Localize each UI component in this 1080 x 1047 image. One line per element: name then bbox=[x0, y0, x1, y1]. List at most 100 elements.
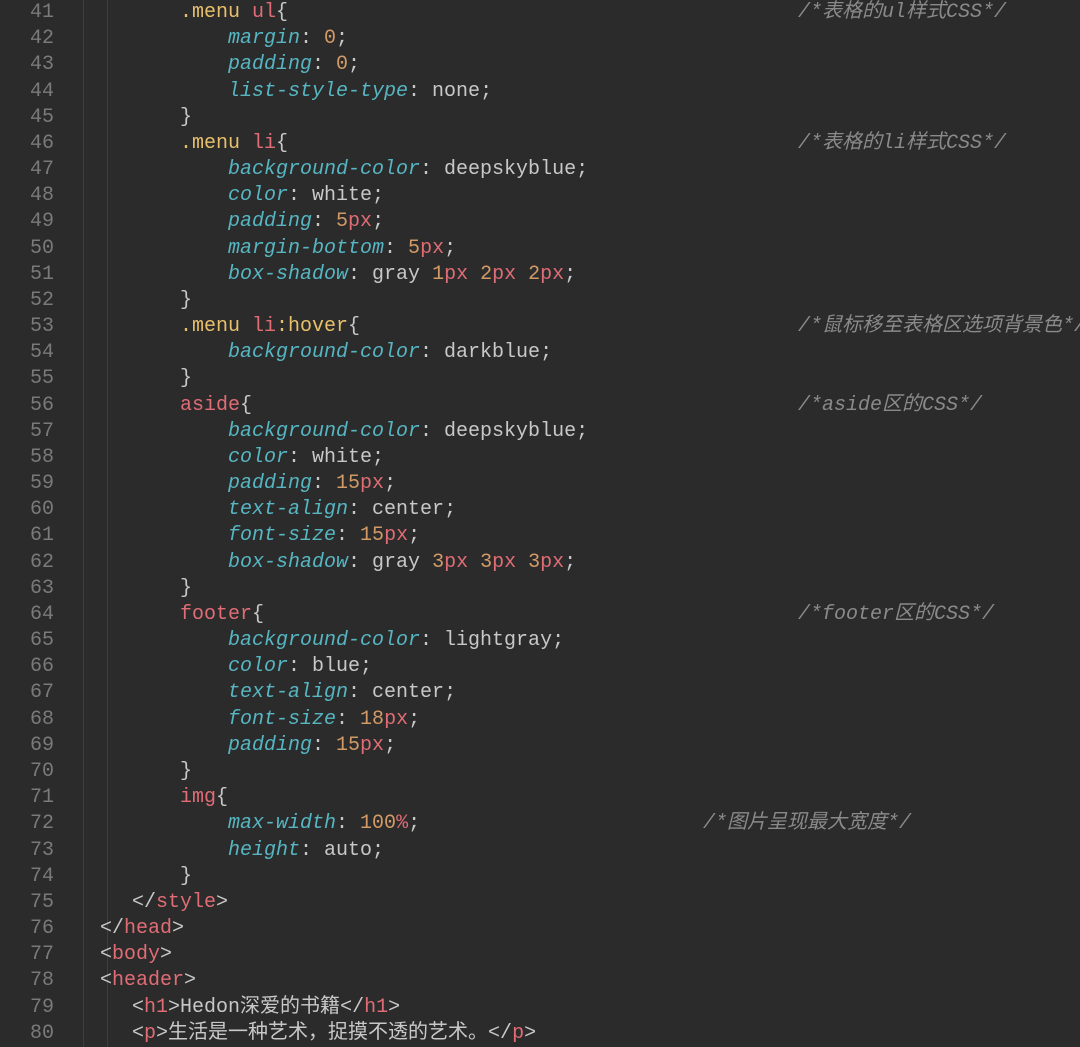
line-number: 55 bbox=[0, 366, 54, 392]
token-pun: ; bbox=[372, 184, 384, 207]
token-num: 18 bbox=[360, 708, 384, 731]
token-prop: color bbox=[228, 184, 288, 207]
token-prop: font-size bbox=[228, 708, 336, 731]
code-line[interactable]: margin: 0; bbox=[68, 26, 1080, 52]
code-line[interactable]: </head> bbox=[68, 916, 1080, 942]
token-pun: : bbox=[336, 524, 360, 547]
code-line[interactable]: color: white; bbox=[68, 445, 1080, 471]
code-line[interactable]: height: auto; bbox=[68, 838, 1080, 864]
code-line[interactable]: } bbox=[68, 288, 1080, 314]
token-tagc: ul bbox=[252, 1, 276, 24]
token-angle: > bbox=[168, 996, 180, 1019]
code-line[interactable]: } bbox=[68, 864, 1080, 890]
code-line[interactable]: padding: 5px; bbox=[68, 209, 1080, 235]
token-pun: : bbox=[312, 53, 336, 76]
token-num: 3 bbox=[432, 551, 444, 574]
line-number: 41 bbox=[0, 0, 54, 26]
code-line[interactable]: } bbox=[68, 576, 1080, 602]
line-number: 48 bbox=[0, 183, 54, 209]
token-val: deepskyblue bbox=[444, 420, 576, 443]
token-pun: ; bbox=[444, 498, 456, 521]
token-brace: { bbox=[240, 394, 252, 417]
token-pun: ; bbox=[360, 655, 372, 678]
token-pun: : bbox=[312, 472, 336, 495]
line-number: 44 bbox=[0, 79, 54, 105]
token-val: blue bbox=[312, 655, 360, 678]
code-line[interactable]: } bbox=[68, 105, 1080, 131]
token-prop: text-align bbox=[228, 498, 348, 521]
code-line[interactable]: color: blue; bbox=[68, 654, 1080, 680]
token-pun: : bbox=[348, 498, 372, 521]
token-num: 15 bbox=[336, 472, 360, 495]
code-line[interactable]: padding: 0; bbox=[68, 52, 1080, 78]
code-line[interactable]: box-shadow: gray 3px 3px 3px; bbox=[68, 550, 1080, 576]
token-psd: :hover bbox=[276, 315, 348, 338]
code-line[interactable]: background-color: deepskyblue; bbox=[68, 157, 1080, 183]
code-line[interactable]: .menu li{/*表格的li样式CSS*/ bbox=[68, 131, 1080, 157]
token-pun: : bbox=[336, 708, 360, 731]
token-unit: px bbox=[348, 210, 372, 233]
code-line[interactable]: padding: 15px; bbox=[68, 471, 1080, 497]
token-pun: : bbox=[384, 237, 408, 260]
token-txt: 生活是一种艺术，捉摸不透的艺术。 bbox=[168, 1022, 488, 1045]
token-prop: list-style-type bbox=[228, 80, 408, 103]
token-unit: px bbox=[444, 263, 480, 286]
code-line[interactable]: text-align: center; bbox=[68, 497, 1080, 523]
code-line[interactable]: <p>生活是一种艺术，捉摸不透的艺术。</p> bbox=[68, 1021, 1080, 1047]
token-brace: } bbox=[180, 865, 192, 888]
token-tag: p bbox=[144, 1022, 156, 1045]
code-line[interactable]: list-style-type: none; bbox=[68, 79, 1080, 105]
code-line[interactable]: </style> bbox=[68, 890, 1080, 916]
code-editor[interactable]: 4142434445464748495051525354555657585960… bbox=[0, 0, 1080, 1047]
code-line[interactable]: font-size: 15px; bbox=[68, 523, 1080, 549]
line-number: 71 bbox=[0, 785, 54, 811]
code-line[interactable]: background-color: lightgray; bbox=[68, 628, 1080, 654]
line-number: 42 bbox=[0, 26, 54, 52]
token-pun: : bbox=[336, 812, 360, 835]
line-number: 69 bbox=[0, 733, 54, 759]
token-val: center bbox=[372, 498, 444, 521]
token-cls: .menu bbox=[180, 132, 252, 155]
code-line[interactable]: .menu ul{/*表格的ul样式CSS*/ bbox=[68, 0, 1080, 26]
token-angle: < bbox=[132, 1022, 144, 1045]
code-line[interactable]: font-size: 18px; bbox=[68, 707, 1080, 733]
token-num: 5 bbox=[408, 237, 420, 260]
token-prop: padding bbox=[228, 53, 312, 76]
line-number: 52 bbox=[0, 288, 54, 314]
code-line[interactable]: color: white; bbox=[68, 183, 1080, 209]
line-number: 78 bbox=[0, 968, 54, 994]
code-line[interactable]: } bbox=[68, 366, 1080, 392]
code-line[interactable]: max-width: 100%;/*图片呈现最大宽度*/ bbox=[68, 811, 1080, 837]
token-val: center bbox=[372, 681, 444, 704]
line-number: 75 bbox=[0, 890, 54, 916]
token-brace: { bbox=[348, 315, 360, 338]
code-line[interactable]: footer{/*footer区的CSS*/ bbox=[68, 602, 1080, 628]
code-line[interactable]: background-color: darkblue; bbox=[68, 340, 1080, 366]
code-line[interactable]: img{ bbox=[68, 785, 1080, 811]
token-pun: : bbox=[300, 839, 324, 862]
code-line[interactable]: padding: 15px; bbox=[68, 733, 1080, 759]
token-pun: : bbox=[288, 655, 312, 678]
code-line[interactable]: box-shadow: gray 1px 2px 2px; bbox=[68, 262, 1080, 288]
token-brace: } bbox=[180, 577, 192, 600]
line-number: 66 bbox=[0, 654, 54, 680]
code-line[interactable]: margin-bottom: 5px; bbox=[68, 236, 1080, 262]
token-angle: </ bbox=[100, 917, 124, 940]
code-line[interactable]: <body> bbox=[68, 942, 1080, 968]
code-line[interactable]: text-align: center; bbox=[68, 680, 1080, 706]
code-line[interactable]: background-color: deepskyblue; bbox=[68, 419, 1080, 445]
code-line[interactable]: <h1>Hedon深爱的书籍</h1> bbox=[68, 995, 1080, 1021]
line-number: 51 bbox=[0, 262, 54, 288]
token-prop: text-align bbox=[228, 681, 348, 704]
code-line[interactable]: } bbox=[68, 759, 1080, 785]
code-area[interactable]: .menu ul{/*表格的ul样式CSS*/margin: 0;padding… bbox=[68, 0, 1080, 1047]
code-line[interactable]: aside{/*aside区的CSS*/ bbox=[68, 393, 1080, 419]
line-number: 54 bbox=[0, 340, 54, 366]
line-number: 67 bbox=[0, 680, 54, 706]
token-pct: % bbox=[396, 812, 408, 835]
token-unit: px bbox=[420, 237, 444, 260]
code-line[interactable]: .menu li:hover{/*鼠标移至表格区选项背景色*/ bbox=[68, 314, 1080, 340]
code-line[interactable]: <header> bbox=[68, 968, 1080, 994]
token-pun: : bbox=[288, 184, 312, 207]
line-number: 77 bbox=[0, 942, 54, 968]
